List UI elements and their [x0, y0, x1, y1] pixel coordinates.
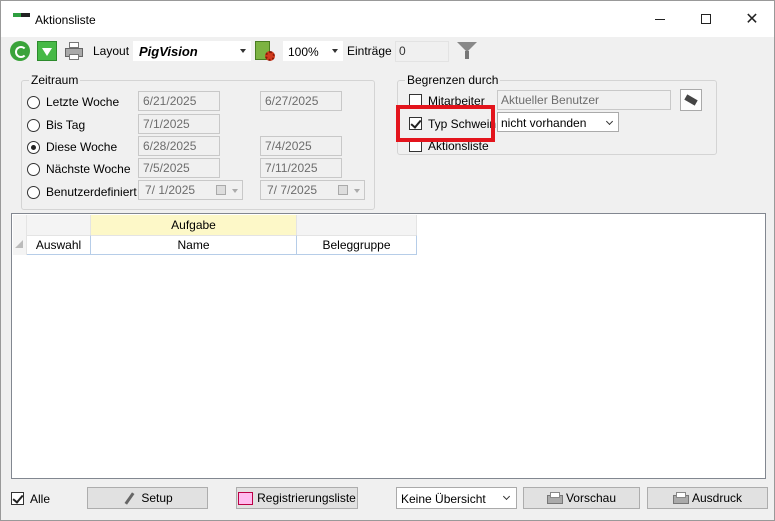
typ-schwein-select-value: nicht vorhanden [501, 116, 587, 130]
letzte-woche-to: 6/27/2025 [260, 91, 342, 111]
window-title: Aktionsliste [35, 13, 96, 27]
radio-letzte-woche[interactable]: Letzte Woche [27, 93, 119, 111]
layout-settings-icon[interactable] [255, 41, 275, 61]
close-icon: ✕ [745, 11, 759, 28]
column-header-name[interactable]: Name [91, 235, 297, 255]
print-icon[interactable] [64, 41, 84, 61]
vorschau-button[interactable]: Vorschau [523, 487, 640, 509]
chevron-down-icon [332, 49, 338, 53]
task-grid[interactable]: Aufgabe Auswahl Name Beleggruppe [11, 213, 766, 479]
highlight-box [396, 105, 495, 142]
minimize-icon [655, 18, 665, 20]
registrierungsliste-button-label: Registrierungsliste [257, 491, 356, 505]
begrenzen-legend: Begrenzen durch [405, 73, 501, 87]
grid-band-blank [27, 215, 91, 235]
radio-button[interactable] [27, 118, 40, 132]
grid-band-aufgabe: Aufgabe [91, 215, 297, 235]
radio-button[interactable] [27, 162, 40, 176]
chevron-down-icon [502, 492, 511, 501]
download-icon[interactable] [37, 41, 57, 61]
refresh-icon[interactable] [10, 41, 30, 61]
bis-tag-date: 7/1/2025 [138, 114, 220, 134]
date-value: 7/ 7/2025 [267, 183, 318, 197]
chevron-down-icon [232, 189, 238, 193]
maximize-button[interactable] [683, 1, 729, 37]
benutzerdefiniert-from-picker[interactable]: 7/ 1/2025 [138, 180, 243, 200]
column-header-beleggruppe[interactable]: Beleggruppe [297, 235, 417, 255]
zoom-select[interactable]: 100% [283, 41, 343, 61]
radio-label: Diese Woche [46, 140, 118, 154]
registrierungsliste-button[interactable]: Registrierungsliste [236, 487, 358, 509]
radio-bis-tag[interactable]: Bis Tag [27, 116, 85, 134]
zoom-select-value: 100% [288, 45, 319, 59]
date-value: 7/ 1/2025 [145, 183, 196, 197]
radio-button[interactable] [27, 185, 40, 199]
letzte-woche-from: 6/21/2025 [138, 91, 220, 111]
diese-woche-to: 7/4/2025 [260, 136, 342, 156]
grid-corner [13, 215, 27, 255]
radio-label: Bis Tag [46, 118, 86, 132]
naechste-woche-to: 7/11/2025 [260, 158, 342, 178]
filter-icon[interactable] [457, 41, 477, 61]
printer-icon [672, 492, 689, 504]
chevron-down-icon [240, 49, 246, 53]
alle-checkbox[interactable] [11, 492, 24, 505]
close-button[interactable]: ✕ [729, 1, 775, 37]
zeitraum-legend: Zeitraum [29, 73, 81, 87]
diese-woche-from: 6/28/2025 [138, 136, 220, 156]
radio-diese-woche[interactable]: Diese Woche [27, 138, 117, 156]
toolbar: Layout Einträge [1, 37, 774, 65]
ausdruck-button-label: Ausdruck [691, 491, 743, 505]
radio-label: Nächste Woche [46, 162, 131, 176]
main-window: Aktionsliste ✕ Layout Einträge PigVision… [0, 0, 775, 521]
overview-select-value: Keine Übersicht [401, 492, 486, 506]
calendar-icon [216, 185, 226, 195]
grid-band-blank [297, 215, 417, 235]
naechste-woche-from: 7/5/2025 [138, 158, 220, 178]
entries-field: 0 [395, 41, 449, 62]
ausdruck-button[interactable]: Ausdruck [647, 487, 768, 509]
current-user-field: Aktueller Benutzer [497, 90, 671, 110]
wrench-icon [122, 492, 136, 504]
print-preview-icon [546, 492, 563, 504]
layout-select[interactable]: PigVision [133, 41, 251, 61]
app-logo-icon [13, 13, 30, 19]
maximize-icon [701, 14, 711, 24]
list-icon [238, 492, 254, 505]
radio-button-selected[interactable] [27, 140, 40, 154]
vorschau-button-label: Vorschau [565, 491, 617, 505]
layout-select-value: PigVision [139, 44, 198, 59]
minimize-button[interactable] [637, 1, 683, 37]
entries-label: Einträge [347, 44, 392, 58]
column-header-auswahl[interactable]: Auswahl [27, 235, 91, 255]
setup-button-label: Setup [141, 491, 173, 505]
title-bar: Aktionsliste ✕ [1, 1, 774, 37]
radio-benutzerdefiniert[interactable]: Benutzerdefiniert [27, 183, 137, 201]
alle-label: Alle [30, 492, 51, 506]
radio-label: Letzte Woche [46, 95, 120, 109]
chevron-down-icon [605, 117, 614, 126]
typ-schwein-select[interactable]: nicht vorhanden [497, 112, 619, 132]
radio-button[interactable] [27, 95, 40, 109]
user-select-button[interactable] [680, 89, 702, 111]
benutzerdefiniert-to-picker[interactable]: 7/ 7/2025 [260, 180, 365, 200]
calendar-icon [338, 185, 348, 195]
radio-label: Benutzerdefiniert [46, 185, 137, 199]
radio-naechste-woche[interactable]: Nächste Woche [27, 160, 131, 178]
chevron-down-icon [354, 189, 360, 193]
layout-label: Layout [93, 44, 130, 58]
setup-button[interactable]: Setup [87, 487, 208, 509]
overview-select[interactable]: Keine Übersicht [396, 487, 517, 509]
